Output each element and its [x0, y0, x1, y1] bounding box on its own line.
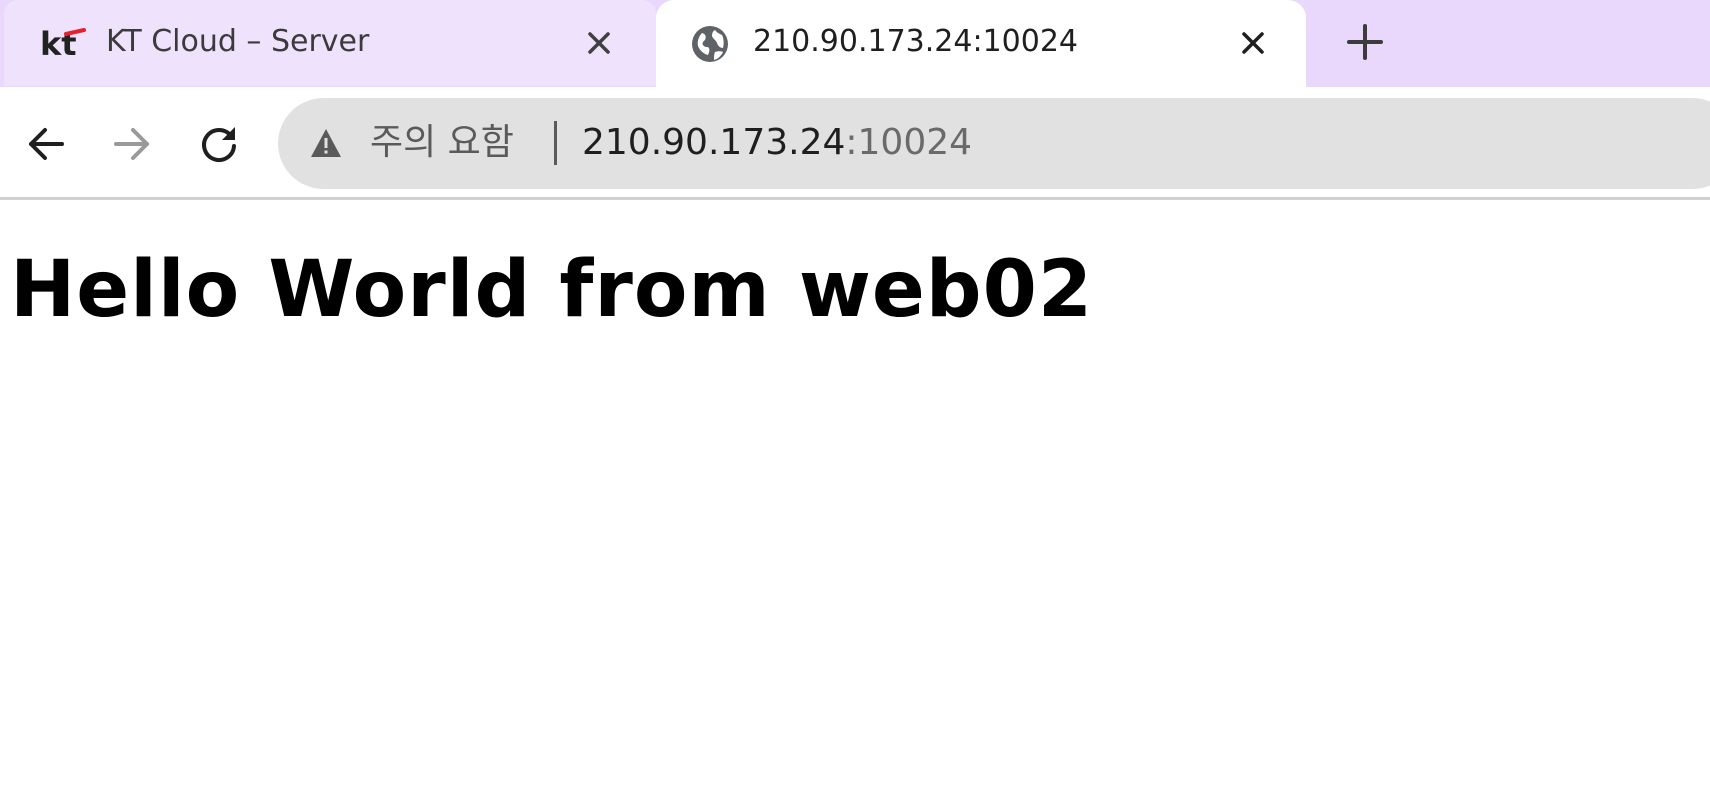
- tab-title: 210.90.173.24:10024: [753, 24, 1079, 59]
- close-icon[interactable]: [582, 26, 616, 60]
- security-status-label[interactable]: 주의 요함: [370, 121, 514, 165]
- url-text[interactable]: 210.90.173.24:10024: [582, 121, 972, 165]
- browser-toolbar: 주의 요함 210.90.173.24:10024: [0, 87, 1710, 200]
- kt-logo-icon: kt: [40, 25, 86, 63]
- arrow-right-icon[interactable]: [110, 122, 154, 166]
- tab-title: KT Cloud – Server: [106, 24, 370, 59]
- plus-icon[interactable]: [1344, 21, 1386, 63]
- reload-icon[interactable]: [197, 122, 241, 166]
- page-heading: Hello World from web02: [10, 245, 1094, 335]
- url-host: 210.90.173.24: [582, 122, 846, 163]
- tab-active-server-ip[interactable]: 210.90.173.24:10024: [656, 0, 1306, 87]
- tab-kt-cloud-server[interactable]: kt KT Cloud – Server: [4, 0, 656, 86]
- warning-triangle-icon[interactable]: [310, 128, 342, 158]
- tab-strip: kt KT Cloud – Server 210.90.173.24:10024: [0, 0, 1710, 87]
- arrow-left-icon[interactable]: [24, 122, 68, 166]
- globe-icon: [692, 26, 728, 62]
- address-bar[interactable]: 주의 요함 210.90.173.24:10024: [278, 98, 1710, 189]
- url-port: :10024: [845, 122, 973, 163]
- close-icon[interactable]: [1236, 26, 1270, 60]
- svg-text:kt: kt: [40, 25, 77, 63]
- page-content: Hello World from web02: [0, 200, 1710, 796]
- omnibox-separator: [554, 121, 557, 165]
